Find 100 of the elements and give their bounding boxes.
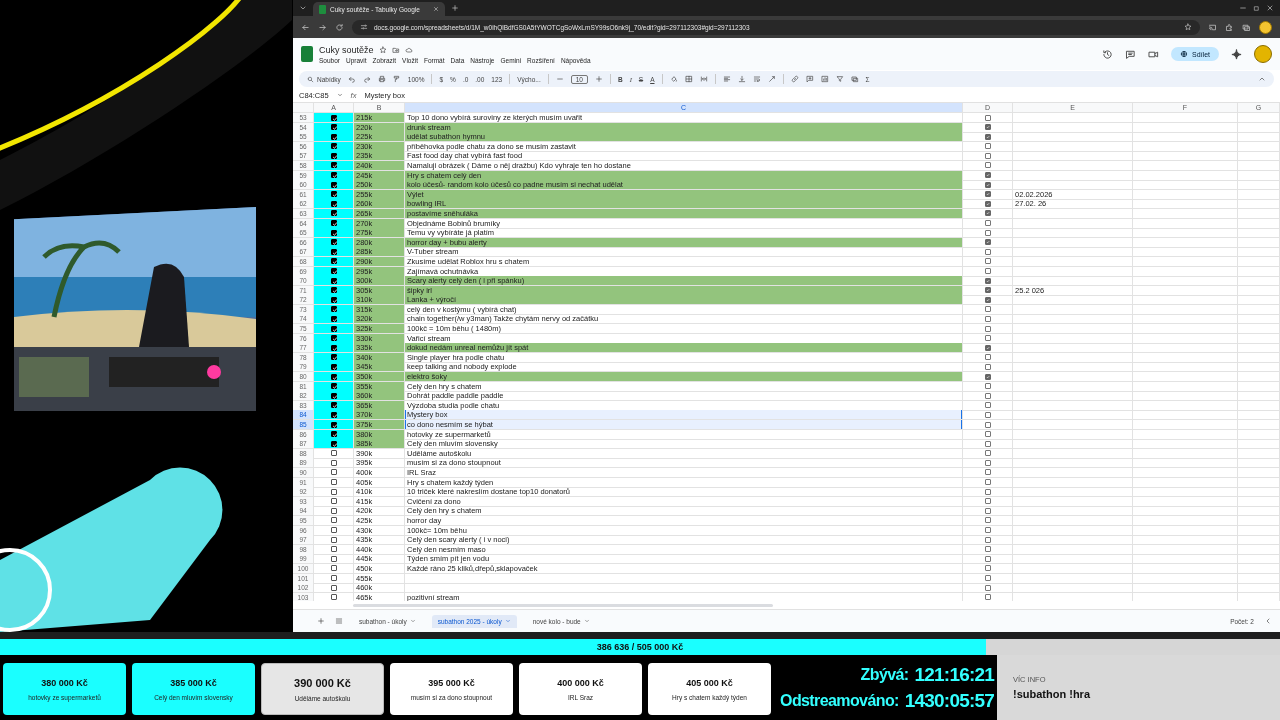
checkbox[interactable] — [984, 162, 991, 169]
cloud-icon[interactable] — [404, 45, 413, 54]
checkbox[interactable] — [984, 431, 991, 438]
redo-icon[interactable] — [362, 75, 371, 83]
checkbox[interactable] — [330, 354, 337, 361]
filter-icon[interactable] — [835, 75, 844, 83]
checkbox[interactable] — [984, 133, 991, 140]
reload-icon[interactable] — [335, 22, 344, 32]
checkbox[interactable] — [984, 287, 991, 294]
checkbox[interactable] — [330, 344, 337, 351]
checkbox[interactable] — [984, 363, 991, 370]
sparkle-icon[interactable] — [1231, 48, 1242, 60]
document-title[interactable]: Cuky soutěže — [319, 44, 374, 55]
checkbox[interactable] — [330, 584, 337, 591]
move-folder-icon[interactable] — [391, 45, 400, 54]
plus-icon[interactable] — [594, 75, 603, 83]
checkbox[interactable] — [984, 392, 991, 399]
rotate-icon[interactable] — [767, 75, 776, 83]
sidebar-icon[interactable] — [1242, 22, 1251, 32]
site-settings-icon[interactable] — [360, 23, 368, 31]
back-icon[interactable] — [301, 22, 310, 32]
checkbox[interactable] — [330, 287, 337, 294]
checkbox[interactable] — [330, 335, 337, 342]
checkbox[interactable] — [984, 402, 991, 409]
link-icon[interactable] — [790, 75, 799, 83]
checkbox[interactable] — [984, 594, 991, 601]
checkbox[interactable] — [330, 325, 337, 332]
checkbox[interactable] — [330, 152, 337, 159]
checkbox[interactable] — [330, 363, 337, 370]
checkbox[interactable] — [330, 546, 337, 553]
checkbox[interactable] — [330, 402, 337, 409]
undo-icon[interactable] — [347, 75, 356, 83]
checkbox[interactable] — [330, 315, 337, 322]
checkbox[interactable] — [330, 277, 337, 284]
checkbox[interactable] — [330, 575, 337, 581]
checkbox[interactable] — [330, 594, 337, 601]
checkbox[interactable] — [330, 191, 337, 198]
checkbox[interactable] — [330, 431, 337, 438]
checkbox[interactable] — [330, 498, 337, 505]
add-sheet-icon[interactable] — [317, 617, 325, 625]
checkbox[interactable] — [984, 555, 991, 562]
checkbox[interactable] — [330, 133, 337, 140]
close-icon[interactable] — [433, 6, 439, 12]
checkbox[interactable] — [330, 488, 337, 495]
checkbox[interactable] — [330, 517, 337, 524]
checkbox[interactable] — [984, 191, 991, 198]
checkbox[interactable] — [984, 459, 991, 466]
puzzle-icon[interactable] — [1225, 22, 1234, 32]
checkbox[interactable] — [984, 517, 991, 524]
checkbox[interactable] — [984, 421, 991, 428]
checkbox[interactable] — [984, 315, 991, 322]
checkbox[interactable] — [984, 335, 991, 342]
checkbox[interactable] — [984, 306, 991, 313]
checkbox[interactable] — [330, 450, 337, 457]
bookmark-star-icon[interactable] — [1184, 23, 1192, 31]
checkbox[interactable] — [984, 248, 991, 255]
checkbox[interactable] — [984, 325, 991, 332]
checkbox[interactable] — [330, 536, 337, 543]
checkbox[interactable] — [984, 383, 991, 390]
checkbox[interactable] — [330, 258, 337, 265]
checkbox[interactable] — [330, 527, 337, 534]
checkbox[interactable] — [984, 527, 991, 534]
checkbox[interactable] — [984, 172, 991, 179]
scrollbar-thumb[interactable] — [353, 603, 773, 607]
align-icon[interactable] — [722, 75, 731, 83]
checkbox[interactable] — [984, 469, 991, 476]
maximize-icon[interactable] — [1253, 4, 1260, 12]
wrap-icon[interactable] — [752, 75, 761, 83]
checkbox[interactable] — [984, 229, 991, 236]
collapse-icon[interactable] — [1258, 75, 1266, 83]
checkbox[interactable] — [984, 411, 991, 418]
checkbox[interactable] — [330, 143, 337, 150]
views-icon[interactable] — [850, 75, 859, 83]
checkbox[interactable] — [330, 479, 337, 486]
profile-avatar[interactable] — [1254, 45, 1272, 63]
checkbox[interactable] — [330, 383, 337, 390]
checkbox[interactable] — [330, 507, 337, 514]
vertical-align-icon[interactable] — [737, 75, 746, 83]
paint-format-icon[interactable] — [392, 75, 401, 83]
comment-icon[interactable] — [1125, 48, 1137, 60]
new-tab-icon[interactable] — [451, 4, 459, 12]
checkbox[interactable] — [330, 565, 337, 572]
history-icon[interactable] — [1102, 48, 1114, 60]
checkbox[interactable] — [330, 392, 337, 399]
checkbox[interactable] — [984, 268, 991, 274]
checkbox[interactable] — [330, 469, 337, 476]
checkbox[interactable] — [984, 479, 991, 486]
checkbox[interactable] — [330, 248, 337, 255]
checkbox[interactable] — [984, 488, 991, 495]
print-icon[interactable] — [377, 75, 386, 83]
checkbox[interactable] — [330, 411, 337, 418]
checkbox[interactable] — [330, 373, 337, 380]
comment-icon[interactable] — [805, 75, 814, 83]
checkbox[interactable] — [330, 296, 337, 303]
checkbox[interactable] — [330, 268, 337, 274]
extension-icon[interactable] — [1208, 22, 1217, 32]
checkbox[interactable] — [984, 114, 991, 121]
checkbox[interactable] — [984, 373, 991, 380]
checkbox[interactable] — [984, 200, 991, 207]
checkbox[interactable] — [984, 181, 991, 188]
